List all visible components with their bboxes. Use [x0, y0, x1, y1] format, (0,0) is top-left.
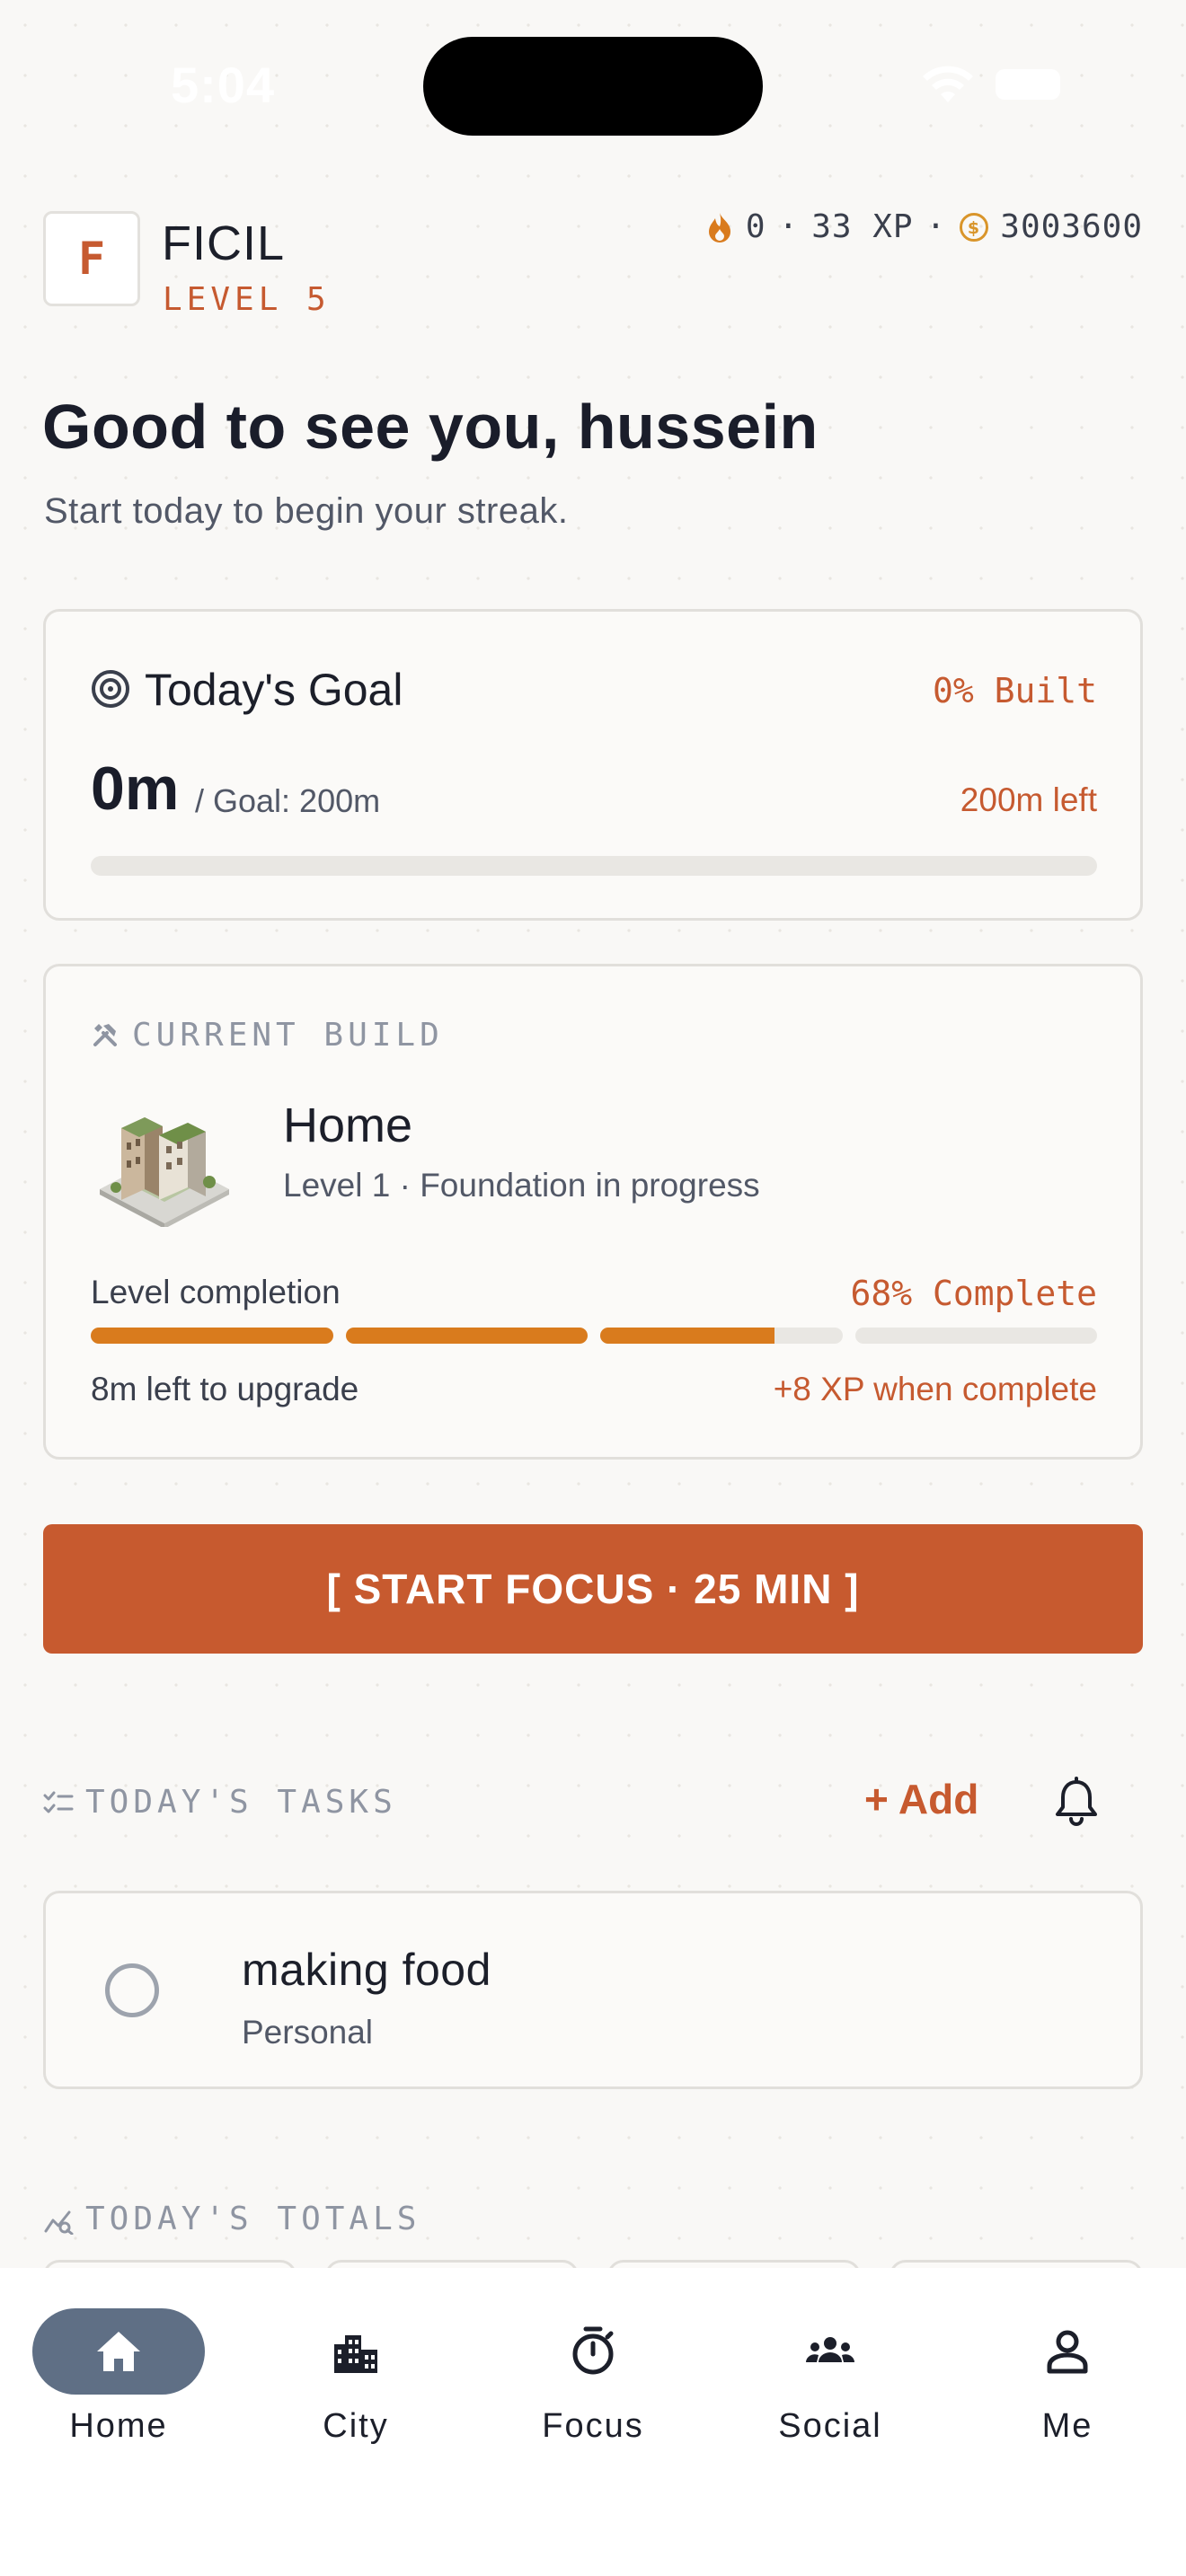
person-icon	[1047, 2330, 1088, 2374]
upgrade-time-left: 8m left to upgrade	[91, 1371, 359, 1407]
coin-count: 3003600	[1000, 208, 1143, 245]
goal-value: 0m	[91, 754, 180, 823]
goal-progress-bar	[91, 856, 1097, 876]
task-title: making food	[242, 1945, 491, 1995]
stopwatch-icon	[572, 2326, 614, 2375]
tab-social-label: Social	[778, 2407, 882, 2445]
goal-remaining: 200m left	[960, 781, 1097, 818]
people-icon	[806, 2337, 854, 2362]
app-name: FICIL	[162, 216, 286, 270]
tab-home-pill	[32, 2308, 205, 2395]
tab-city-pill	[270, 2308, 442, 2395]
wifi-icon	[923, 66, 973, 102]
start-focus-button[interactable]: [ START FOCUS · 25 MIN ]	[43, 1524, 1143, 1654]
home-icon	[97, 2332, 140, 2371]
task-item[interactable]: making food Personal	[43, 1891, 1143, 2089]
level-completion-percent: 68% Complete	[850, 1274, 1097, 1313]
tab-city[interactable]: City	[266, 2308, 446, 2452]
svg-text:$: $	[968, 218, 980, 238]
level-segment	[600, 1328, 843, 1344]
totals-section-label: TODAY'S TOTALS	[85, 2201, 421, 2237]
level-segment	[91, 1328, 333, 1344]
current-build-card[interactable]: CURRENT BUILD Home Level 1 · Foundation …	[43, 964, 1143, 1460]
build-name: Home	[283, 1098, 413, 1152]
level-segment	[345, 1328, 588, 1344]
tasks-section-label: TODAY'S TASKS	[85, 1784, 397, 1821]
battery-icon	[996, 69, 1060, 100]
bell-icon[interactable]	[1053, 1777, 1100, 1827]
streak-count: 0	[745, 208, 766, 245]
checklist-icon	[43, 1791, 74, 1813]
level-segment-fill	[600, 1328, 775, 1344]
level-label: LEVEL 5	[163, 281, 331, 318]
stats-separator: ·	[778, 208, 800, 245]
status-bar: 5:04	[0, 0, 1186, 171]
building-image	[100, 1117, 229, 1227]
upgrade-xp-reward: +8 XP when complete	[773, 1371, 1097, 1407]
add-task-button[interactable]: + Add	[864, 1775, 978, 1823]
coin-icon: $	[960, 212, 989, 242]
level-segment	[854, 1328, 1097, 1344]
goal-title: Today's Goal	[145, 665, 403, 715]
tab-city-label: City	[323, 2407, 389, 2445]
greeting-subtitle: Start today to begin your streak.	[44, 491, 569, 531]
stats-separator: ·	[925, 208, 947, 245]
tab-focus-pill	[507, 2308, 679, 2395]
tab-me-pill	[981, 2308, 1154, 2395]
level-completion-label: Level completion	[91, 1274, 341, 1310]
target-icon	[92, 670, 129, 708]
analytics-icon	[44, 2210, 74, 2235]
build-subtitle: Level 1 · Foundation in progress	[283, 1167, 760, 1204]
tab-me-label: Me	[1041, 2407, 1093, 2445]
tools-icon	[93, 1024, 117, 1046]
tab-home-label: Home	[69, 2407, 168, 2445]
tab-social[interactable]: Social	[740, 2308, 920, 2452]
app-logo: F	[43, 211, 140, 306]
tab-bar: Home City Focus Social Me	[0, 2268, 1186, 2576]
dynamic-island	[423, 37, 763, 136]
status-time: 5:04	[171, 57, 276, 113]
goal-target: / Goal: 200m	[195, 782, 381, 819]
tab-focus-label: Focus	[542, 2407, 644, 2445]
stats-bar[interactable]: 0 · 33 XP · $ 3003600	[706, 208, 1143, 245]
level-segment-bar	[91, 1328, 1097, 1344]
flame-icon	[708, 212, 730, 243]
current-build-label: CURRENT BUILD	[132, 1017, 444, 1054]
task-checkbox[interactable]	[105, 1963, 159, 2017]
todays-goal-card[interactable]: Today's Goal 0% Built 0m / Goal: 200m 20…	[43, 609, 1143, 921]
goal-percent: 0% Built	[932, 671, 1097, 710]
tab-me[interactable]: Me	[978, 2308, 1157, 2452]
xp-count: 33 XP	[811, 208, 914, 245]
level-segment-fill	[345, 1328, 588, 1344]
task-category: Personal	[242, 2014, 374, 2051]
greeting-title: Good to see you, hussein	[42, 392, 819, 462]
city-icon	[334, 2335, 377, 2373]
app-logo-letter: F	[77, 233, 106, 285]
tab-focus[interactable]: Focus	[503, 2308, 683, 2452]
tab-home[interactable]: Home	[29, 2308, 208, 2452]
tab-social-pill	[744, 2308, 916, 2395]
level-segment-fill	[91, 1328, 333, 1344]
